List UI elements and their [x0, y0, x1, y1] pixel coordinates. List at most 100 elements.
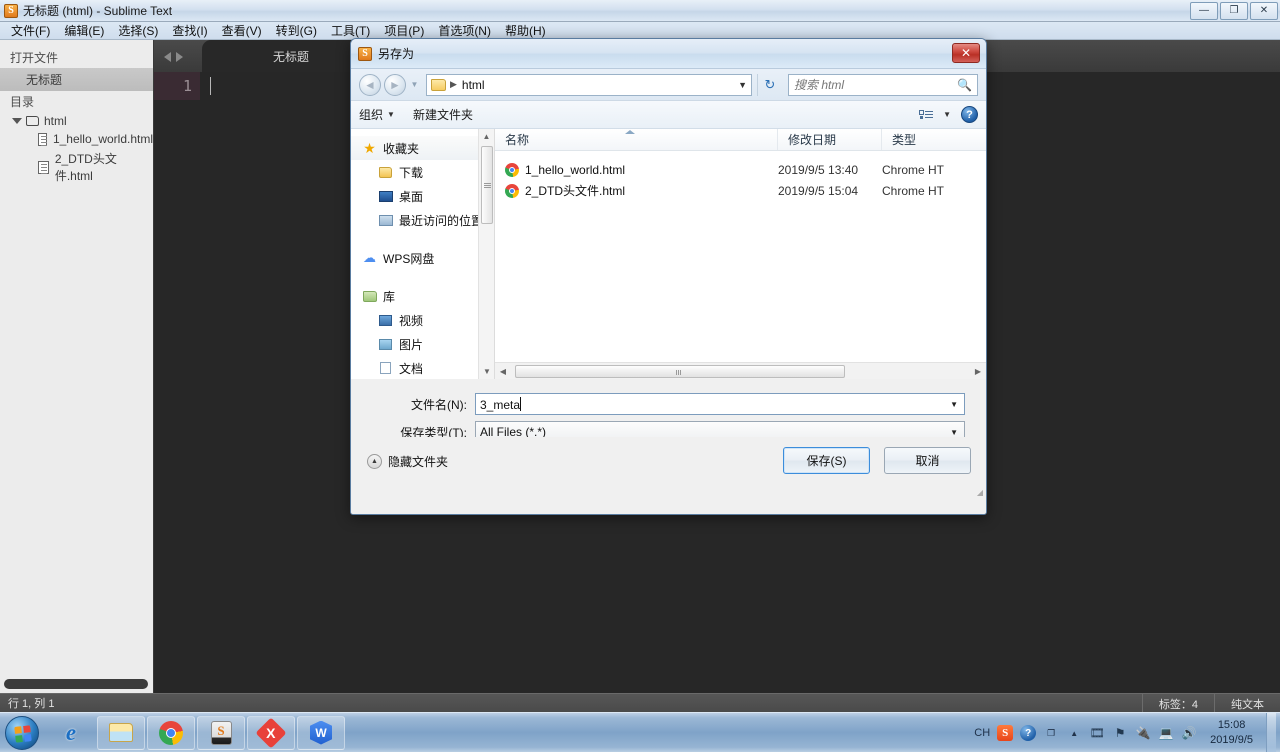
input-method-indicator[interactable]: CH [974, 727, 990, 739]
file-type: Chrome HT [882, 183, 945, 198]
table-row[interactable]: 1_hello_world.html 2019/9/5 13:40 Chrome… [495, 159, 986, 180]
scroll-right-icon[interactable]: ▶ [970, 367, 986, 376]
scrollbar-track[interactable] [511, 364, 970, 379]
search-input[interactable]: 搜索 html [794, 76, 957, 93]
status-tab-size[interactable]: 标签：4 [1141, 694, 1214, 713]
forward-button[interactable]: ► [384, 73, 406, 96]
view-mode-icon[interactable] [919, 109, 934, 121]
tray-options-icon[interactable]: ❐ [1043, 725, 1059, 741]
place-item-libraries[interactable]: 库 [351, 284, 494, 308]
sidebar-file-dtd[interactable]: 2_DTD头文件.html [0, 148, 153, 186]
recent-icon [377, 214, 394, 226]
chrome-icon [159, 720, 183, 745]
help-icon[interactable]: ? [961, 106, 978, 123]
scrollbar-thumb[interactable] [515, 364, 845, 378]
place-label: 下载 [399, 165, 424, 180]
place-item-pictures[interactable]: 图片 [351, 332, 494, 356]
sidebar-horizontal-scrollbar[interactable] [4, 679, 148, 689]
menu-selection[interactable]: 选择(S) [111, 21, 165, 40]
menu-view[interactable]: 查看(V) [215, 21, 269, 40]
sidebar-file-hello-world[interactable]: 1_hello_world.html [0, 130, 153, 148]
place-item-downloads[interactable]: 下载 [351, 160, 494, 184]
save-button[interactable]: 保存(S) [783, 447, 870, 474]
dialog-app-icon: S [358, 46, 372, 61]
sidebar-folder-html[interactable]: html [0, 112, 153, 130]
place-item-desktop[interactable]: 桌面 [351, 184, 494, 208]
toolbar-right-group: ▼ ? [919, 106, 978, 123]
taskbar-file-explorer[interactable] [97, 715, 145, 750]
column-header-date[interactable]: 修改日期 [778, 129, 882, 150]
scroll-up-icon[interactable]: ▲ [479, 129, 494, 144]
status-syntax[interactable]: 纯文本 [1214, 694, 1280, 713]
file-explorer-icon [109, 723, 133, 742]
history-dropdown-icon[interactable]: ▼ [409, 80, 420, 89]
menu-goto[interactable]: 转到(G) [269, 21, 324, 40]
refresh-button[interactable]: ↻ [757, 73, 782, 96]
screen: S 无标题 (html) - Sublime Text — ❐ ✕ 文件(F) … [0, 0, 1280, 752]
sogou-input-icon[interactable]: S [997, 725, 1014, 741]
scroll-down-icon[interactable]: ▼ [479, 364, 494, 379]
show-hidden-icons-button[interactable]: ▲ [1066, 725, 1082, 741]
breadcrumb-html[interactable]: html [462, 78, 738, 92]
scroll-left-icon[interactable]: ◀ [495, 367, 511, 376]
chevron-down-icon[interactable]: ▼ [950, 428, 958, 437]
start-button[interactable] [5, 715, 39, 750]
network-icon[interactable]: 💻 [1158, 725, 1174, 741]
taskbar-wps-office[interactable]: W [297, 715, 345, 750]
tab-next-icon[interactable] [176, 52, 183, 62]
sidebar-open-file-untitled[interactable]: 无标题 [0, 68, 153, 91]
tab-nav-arrows[interactable] [164, 52, 183, 62]
scrollbar-thumb[interactable] [481, 146, 493, 224]
places-scrollbar[interactable]: ▲ ▼ [478, 129, 494, 379]
filename-input[interactable]: 3_meta ▼ [475, 393, 965, 415]
address-bar[interactable]: ▶ html ▼ [426, 73, 752, 96]
taskbar-internet-explorer[interactable]: e [47, 716, 95, 750]
taskbar-xmind[interactable]: X [247, 715, 295, 750]
place-item-recent[interactable]: 最近访问的位置 [351, 208, 494, 232]
column-header-name[interactable]: 名称 [495, 129, 778, 150]
hide-folders-toggle[interactable]: ▲ 隐藏文件夹 [367, 453, 448, 470]
place-item-wps-cloud[interactable]: ☁ WPS网盘 [351, 246, 494, 270]
search-box[interactable]: 搜索 html 🔍 [788, 73, 978, 96]
column-label: 修改日期 [788, 133, 837, 147]
close-button[interactable]: ✕ [1250, 2, 1278, 20]
resize-grip-icon[interactable]: ◢ [977, 488, 983, 497]
show-desktop-button[interactable] [1266, 713, 1276, 752]
chevron-down-icon[interactable]: ▼ [950, 400, 958, 409]
place-label: 图片 [399, 337, 424, 352]
help-tray-icon[interactable]: ? [1020, 725, 1037, 741]
restore-button[interactable]: ❐ [1220, 2, 1248, 20]
taskbar-google-chrome[interactable] [147, 715, 195, 750]
desktop-icon [377, 190, 394, 202]
hide-folders-label: 隐藏文件夹 [388, 455, 449, 469]
column-header-type[interactable]: 类型 [882, 129, 962, 150]
dialog-close-button[interactable]: ✕ [952, 43, 980, 63]
table-row[interactable]: 2_DTD头文件.html 2019/9/5 15:04 Chrome HT [495, 180, 986, 201]
file-list-horizontal-scrollbar[interactable]: ◀ ▶ [495, 362, 986, 379]
menu-edit[interactable]: 编辑(E) [57, 21, 111, 40]
status-right-group: 标签：4 纯文本 [1141, 694, 1280, 713]
flag-error-icon[interactable]: ⚑ [1112, 725, 1128, 741]
sublime-status-bar: 行 1, 列 1 标签：4 纯文本 [0, 693, 1280, 713]
place-item-videos[interactable]: 视频 [351, 308, 494, 332]
cancel-button[interactable]: 取消 [884, 447, 971, 474]
usb-icon[interactable]: 🔌 [1135, 725, 1151, 741]
minimize-button[interactable]: — [1190, 2, 1218, 20]
chevron-down-icon[interactable]: ▼ [738, 80, 747, 90]
tab-prev-icon[interactable] [164, 52, 171, 62]
organize-button[interactable]: 组织 ▼ [359, 106, 395, 123]
menu-file[interactable]: 文件(F) [4, 21, 57, 40]
place-item-favorites[interactable]: ★ 收藏夹 [351, 136, 494, 160]
place-item-documents[interactable]: 文档 [351, 356, 494, 379]
clock[interactable]: 15:08 2019/9/5 [1204, 718, 1259, 748]
back-button[interactable]: ◄ [359, 73, 381, 96]
column-label: 名称 [505, 133, 530, 147]
taskbar-sublime-text[interactable]: S [197, 715, 245, 750]
chevron-down-icon[interactable]: ▼ [943, 110, 951, 119]
menu-find[interactable]: 查找(I) [165, 21, 214, 40]
tab-label: 无标题 [272, 49, 309, 64]
new-folder-button[interactable]: 新建文件夹 [413, 106, 473, 123]
film-icon[interactable]: 🎞 [1089, 725, 1105, 741]
volume-icon[interactable]: 🔊 [1181, 725, 1197, 741]
place-label: 收藏夹 [383, 141, 420, 156]
